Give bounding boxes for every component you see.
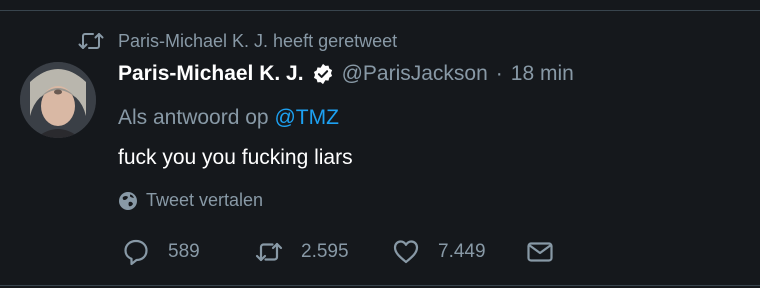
reply-button[interactable]: 589 (122, 238, 200, 266)
bottom-divider (0, 285, 760, 286)
heart-icon (393, 240, 419, 264)
reply-mention-link[interactable]: @TMZ (274, 106, 338, 129)
translate-tweet-button[interactable]: Tweet vertalen (118, 190, 263, 211)
envelope-icon (527, 242, 553, 262)
display-name[interactable]: Paris-Michael K. J. (118, 62, 304, 86)
retweet-count: 2.595 (301, 241, 349, 262)
top-divider (0, 10, 760, 11)
separator-dot: · (495, 62, 503, 85)
globe-icon (119, 191, 137, 210)
verified-badge-icon (313, 63, 332, 85)
avatar[interactable] (20, 62, 96, 138)
translate-label: Tweet vertalen (146, 190, 264, 210)
timestamp[interactable]: 18 min (511, 62, 574, 86)
retweet-icon (255, 242, 283, 262)
retweet-button[interactable]: 2.595 (255, 238, 349, 266)
tweet-header: Paris-Michael K. J. @ParisJackson · 18 m… (118, 62, 574, 86)
retweet-icon (78, 33, 104, 49)
like-button[interactable]: 7.449 (392, 238, 486, 266)
tweet-text: fuck you you fucking liars (118, 146, 353, 169)
reply-icon (124, 239, 148, 266)
reply-prefix: Als antwoord op (118, 106, 269, 129)
like-count: 7.449 (438, 241, 486, 262)
avatar-image (20, 62, 96, 138)
tweet-actions: 589 2.595 7.449 (122, 238, 562, 268)
retweet-label[interactable]: Paris-Michael K. J. heeft geretweet (118, 31, 397, 52)
reply-context: Als antwoord op @TMZ (118, 106, 339, 130)
reply-count: 589 (168, 241, 200, 262)
direct-message-button[interactable] (526, 238, 554, 266)
username-handle[interactable]: @ParisJackson (342, 62, 488, 86)
retweet-context: Paris-Michael K. J. heeft geretweet (78, 30, 397, 52)
